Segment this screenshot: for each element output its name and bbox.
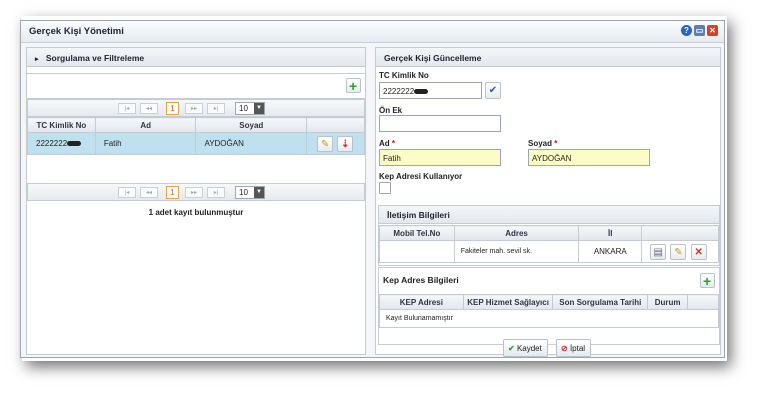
onek-label: Ön Ek [379, 106, 403, 115]
check-icon[interactable]: ✔ [485, 82, 501, 99]
redacted-mark [414, 89, 429, 95]
current-page[interactable]: 1 [166, 102, 179, 115]
tc-input[interactable]: 2222222 [379, 82, 482, 99]
col-il[interactable]: İl [578, 225, 643, 241]
delete-icon[interactable]: ✕ [690, 243, 707, 260]
chevron-down-icon: ▼ [254, 103, 264, 114]
soyad-input[interactable]: AYDOĞAN [528, 149, 650, 166]
col-kep-actions [687, 294, 719, 310]
cell-adres: Fakiteler mah. sevil sk. [453, 240, 580, 263]
redacted-mark [67, 141, 82, 147]
table-row[interactable]: 2222222 Fatih AYDOĞAN ✎ ⇣ [27, 132, 365, 155]
plus-icon: + [349, 78, 358, 94]
contact-section: İletişim Bilgileri Mobil Tel.No Adres İl… [378, 205, 720, 266]
cancel-icon: ⊘ [561, 344, 568, 353]
toolbar: + [27, 73, 365, 99]
kep-checkbox[interactable] [379, 182, 391, 194]
col-actions [306, 117, 365, 133]
first-page-button[interactable]: |◂ [118, 103, 136, 114]
kep-label: Kep Adresi Kullanıyor [379, 172, 463, 181]
kep-section: Kep Adres Bilgileri + KEP Adresi KEP Hiz… [378, 267, 720, 345]
edit-icon[interactable]: ✎ [317, 135, 334, 152]
empty-row: Kayıt Bulunamamıştır [379, 309, 719, 328]
cell-contact-actions: ▤ ✎ ✕ [641, 240, 719, 263]
save-button[interactable]: ✔ Kaydet [503, 339, 548, 357]
pager-bottom: |◂ ◂◂ 1 ▸▸ ▸| 10 ▼ [27, 183, 365, 201]
col-soyad[interactable]: Soyad [195, 117, 308, 133]
cell-actions: ✎ ⇣ [306, 132, 365, 155]
update-title: Gerçek Kişi Güncelleme [376, 48, 720, 67]
cell-ad: Fatih [94, 132, 197, 155]
contact-table: Mobil Tel.No Adres İl Fakiteler mah. sev… [379, 225, 719, 263]
dialog-window: Gerçek Kişi Yönetimi ? ▭ ✕ ▸ Sorgulama v… [20, 20, 725, 358]
person-table: TC Kimlik No Ad Soyad 2222222 Fatih AYDO… [27, 117, 365, 155]
prev-page-button[interactable]: ◂◂ [140, 187, 158, 198]
col-kep-durum[interactable]: Durum [647, 294, 689, 310]
col-tc[interactable]: TC Kimlik No [27, 117, 96, 133]
add-kep-button[interactable]: + [700, 273, 715, 289]
col-kep-adresi[interactable]: KEP Adresi [379, 294, 464, 310]
add-person-button[interactable]: + [346, 78, 361, 94]
col-adres[interactable]: Adres [453, 225, 580, 241]
first-page-button[interactable]: |◂ [118, 187, 136, 198]
col-contact-actions [641, 225, 719, 241]
cancel-button[interactable]: ⊘ İptal [556, 339, 592, 357]
ad-label: Ad * [379, 139, 396, 148]
expand-arrow-icon: ▸ [35, 56, 39, 63]
kep-title: Kep Adres Bilgileri [383, 275, 459, 285]
next-page-button[interactable]: ▸▸ [185, 187, 203, 198]
pager-top: |◂ ◂◂ 1 ▸▸ ▸| 10 ▼ [27, 99, 365, 117]
soyad-label: Soyad * [528, 139, 558, 148]
next-page-button[interactable]: ▸▸ [185, 103, 203, 114]
table-row: Kayıt Bulunamamıştır [379, 309, 719, 328]
restore-icon[interactable]: ▭ [694, 25, 705, 36]
current-page[interactable]: 1 [166, 186, 179, 199]
last-page-button[interactable]: ▸| [207, 187, 225, 198]
close-icon[interactable]: ✕ [707, 25, 718, 36]
title-bar: Gerçek Kişi Yönetimi ? ▭ ✕ [21, 21, 724, 43]
cell-tel [379, 240, 455, 263]
check-icon: ✔ [508, 344, 515, 353]
page-size-select[interactable]: 10 ▼ [235, 186, 265, 199]
edit-icon[interactable]: ✎ [670, 243, 687, 260]
page-size-select[interactable]: 10 ▼ [235, 102, 265, 115]
result-count: 1 adet kayıt bulunmuştur [148, 208, 244, 217]
onek-input[interactable] [379, 115, 501, 132]
col-kep-tarih[interactable]: Son Sorgulama Tarihi [552, 294, 649, 310]
cell-soyad: AYDOĞAN [195, 132, 308, 155]
table-row[interactable]: Fakiteler mah. sevil sk. ANKARA ▤ ✎ ✕ [379, 240, 719, 263]
kep-table: KEP Adresi KEP Hizmet Sağlayıcı Son Sorg… [379, 294, 719, 328]
col-tel[interactable]: Mobil Tel.No [379, 225, 455, 241]
col-ad[interactable]: Ad [94, 117, 197, 133]
sort-down-icon[interactable]: ⇣ [337, 135, 354, 152]
cell-tc: 2222222 [27, 132, 96, 155]
window-title: Gerçek Kişi Yönetimi [29, 26, 124, 37]
chevron-down-icon: ▼ [254, 187, 264, 198]
col-kep-saglayici[interactable]: KEP Hizmet Sağlayıcı [462, 294, 554, 310]
plus-icon: + [703, 273, 712, 289]
filter-header[interactable]: ▸ Sorgulama ve Filtreleme [27, 48, 365, 67]
prev-page-button[interactable]: ◂◂ [140, 103, 158, 114]
tc-label: TC Kimlik No [379, 71, 429, 80]
filter-title: Sorgulama ve Filtreleme [45, 53, 145, 63]
cell-il: ANKARA [578, 240, 643, 263]
detail-icon[interactable]: ▤ [650, 243, 667, 260]
update-panel: Gerçek Kişi Güncelleme TC Kimlik No 2222… [375, 47, 721, 355]
last-page-button[interactable]: ▸| [207, 103, 225, 114]
ad-input[interactable]: Fatih [379, 149, 501, 166]
search-panel: ▸ Sorgulama ve Filtreleme + |◂ ◂◂ 1 ▸▸ ▸… [26, 47, 366, 355]
help-icon[interactable]: ? [681, 25, 692, 36]
contact-title: İletişim Bilgileri [379, 206, 719, 224]
